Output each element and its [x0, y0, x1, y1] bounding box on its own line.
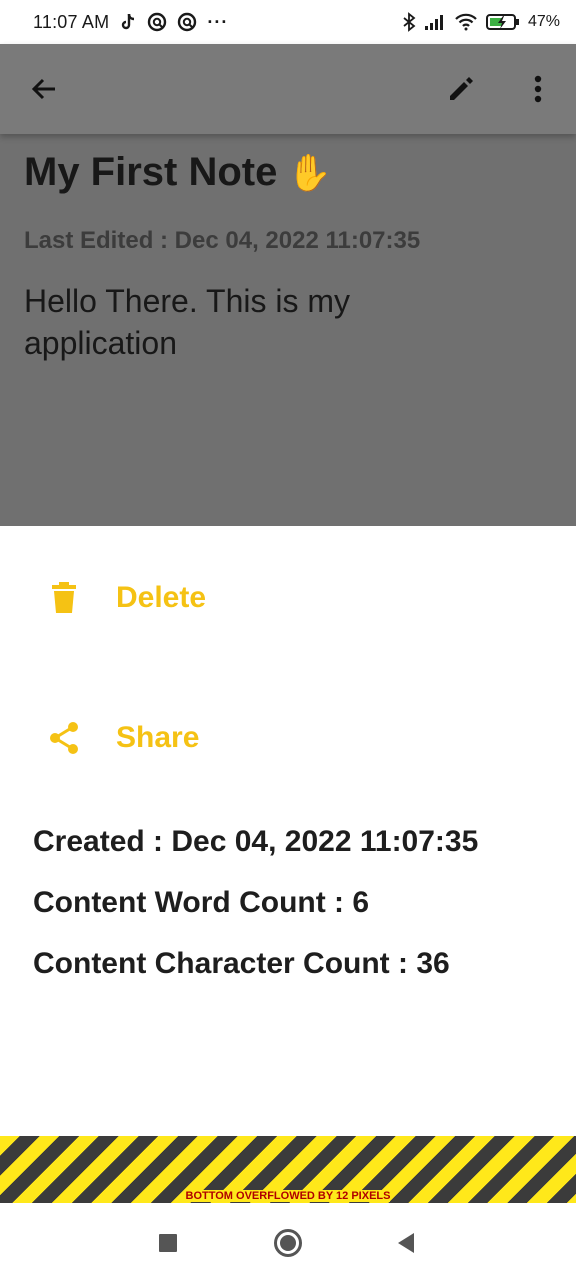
overflow-warning: BOTTOM OVERFLOWED BY 12 PIXELS: [0, 1136, 576, 1203]
notification-icon: [177, 12, 197, 32]
delete-label: Delete: [116, 581, 207, 614]
more-notifications-indicator: ···: [207, 11, 229, 32]
home-button[interactable]: [270, 1225, 306, 1261]
tiktok-icon: [119, 12, 137, 32]
note-content: Hello There. This is my application: [24, 283, 351, 361]
back-button[interactable]: [26, 71, 62, 107]
last-edited: Last Edited : Dec 04, 2022 11:07:35: [24, 227, 421, 254]
bluetooth-icon: [402, 12, 416, 32]
note-title-text: My First Note: [24, 150, 278, 194]
note-detail-page: My First Note ✋ Last Edited : Dec 04, 20…: [0, 44, 576, 526]
status-time: 11:07 AM: [33, 11, 110, 32]
status-right: 47%: [402, 12, 560, 32]
char-count-info: Content Character Count : 36: [33, 947, 450, 980]
signal-icon: [424, 13, 446, 31]
edit-button[interactable]: [443, 71, 479, 107]
back-triangle-icon: [398, 1233, 414, 1253]
recents-square-icon: [159, 1234, 177, 1252]
delete-button[interactable]: Delete: [0, 558, 576, 638]
status-left: 11:07 AM ···: [33, 12, 228, 33]
wifi-icon: [454, 13, 478, 31]
home-circle-icon: [274, 1229, 302, 1257]
share-label: Share: [116, 721, 200, 754]
pencil-icon: [450, 77, 473, 100]
more-vert-icon: [534, 75, 542, 103]
battery-charging-icon: [485, 13, 520, 31]
navigation-bar: [0, 1203, 576, 1280]
raised-hand-emoji: ✋: [287, 151, 333, 193]
overflow-message: BOTTOM OVERFLOWED BY 12 PIXELS: [0, 1190, 576, 1202]
recents-button[interactable]: [150, 1225, 186, 1261]
battery-percent: 47%: [527, 13, 560, 30]
word-count-info: Content Word Count : 6: [33, 886, 370, 919]
created-info: Created : Dec 04, 2022 11:07:35: [33, 825, 479, 858]
share-button[interactable]: Share: [0, 698, 576, 778]
trash-icon: [52, 582, 76, 613]
app-bar: [0, 44, 576, 134]
share-icon: [50, 722, 78, 754]
overflow-message-text: BOTTOM OVERFLOWED BY 12 PIXELS: [185, 1190, 391, 1202]
bottom-sheet: Delete Share Created : Dec 04, 2022 11:0…: [0, 526, 576, 1136]
notification-icon: [147, 12, 167, 32]
more-options-button[interactable]: [520, 71, 556, 107]
status-bar: 11:07 AM ··· 47%: [0, 0, 576, 44]
back-nav-button[interactable]: [388, 1225, 424, 1261]
note-title: My First Note ✋: [24, 150, 332, 195]
arrow-back-icon: [31, 78, 55, 100]
